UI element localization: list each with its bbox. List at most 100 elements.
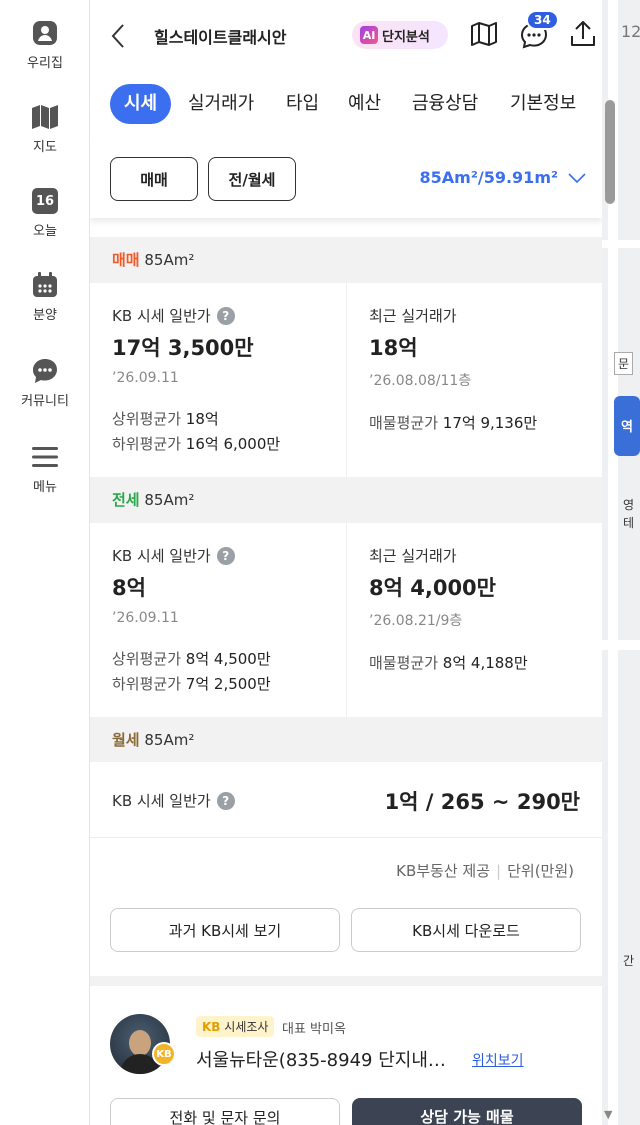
kb-price-label: KB 시세 일반가 ? (112, 790, 235, 811)
recent-date: ’26.08.08/11층 (369, 373, 472, 389)
recent-date: ’26.08.21/9층 (369, 613, 463, 629)
chevron-left-icon (111, 24, 124, 48)
nav-label: 지도 (33, 140, 57, 155)
kb-price-value: 8억 (112, 576, 146, 600)
avatar-face (129, 1030, 151, 1056)
hamburger-icon (30, 442, 60, 472)
listing-label: 매물평균가 (369, 414, 439, 432)
kb-price-value: 17억 3,500만 (112, 336, 254, 360)
listing-label: 매물평균가 (369, 654, 439, 672)
map-label: 간 (623, 954, 635, 968)
lower-average: 하위평균가 7억 2,500만 (112, 673, 346, 694)
nav-item-today[interactable]: 16 오늘 (0, 186, 90, 239)
map-icon (30, 102, 60, 132)
kb-price-label: KB 시세 일반가 ? (112, 305, 346, 326)
agent-representative: 대표 박미옥 (282, 1022, 346, 1037)
upper-average: 상위평균가 8억 4,500만 (112, 648, 346, 669)
calendar-day-icon: 16 (30, 186, 60, 216)
past-kb-price-button[interactable]: 과거 KB시세 보기 (110, 908, 340, 952)
tab-bar: 시세 실거래가 타입 예산 금융상담 기본정보 (90, 78, 602, 130)
nav-item-presale[interactable]: 분양 (0, 270, 90, 323)
ai-analysis-button[interactable]: AI 단지분석 (352, 21, 448, 49)
map-label: 문 (614, 352, 634, 375)
tab-price[interactable]: 시세 (110, 84, 172, 124)
section-area: 85Am² (144, 731, 195, 749)
share-button[interactable] (570, 20, 600, 50)
chat-count-badge: 34 (526, 10, 559, 30)
left-nav: 우리집 지도 16 오늘 분양 커뮤니티 메뉴 (0, 0, 90, 1125)
home-icon (30, 18, 60, 48)
upper-value: 8억 4,500만 (185, 650, 271, 668)
help-icon[interactable]: ? (216, 791, 235, 810)
nav-label: 우리집 (27, 56, 63, 71)
recent-label: 최근 실거래가 (369, 547, 457, 565)
nav-item-home[interactable]: 우리집 (0, 18, 90, 71)
upper-value: 18억 (185, 410, 219, 428)
jeonse-kb-price-block: KB 시세 일반가 ? 8억 ’26.09.11 상위평균가 8억 4,500만… (90, 523, 346, 694)
tab-budget[interactable]: 예산 (348, 84, 381, 124)
lower-label: 하위평균가 (112, 435, 182, 453)
map-outline-icon (471, 22, 497, 46)
data-provider-note: KB부동산 제공 | 단위(만원) (396, 860, 574, 881)
lower-value: 16억 6,000만 (185, 435, 281, 453)
location-link[interactable]: 위치보기 (472, 1050, 524, 1070)
unit-note: 단위(만원) (507, 862, 574, 880)
listing-value: 8억 4,188만 (442, 654, 528, 672)
kb-survey-badge: KB 시세조사 (196, 1016, 275, 1037)
scrollbar-thumb[interactable] (605, 100, 615, 204)
complex-detail-panel: 힐스테이트클래시안 AI 단지분석 34 시세 실거래가 타입 예산 금융상담 … (90, 0, 602, 1125)
available-listings-button[interactable]: 상담 가능 매물 (352, 1098, 582, 1125)
area-selector[interactable]: 85Am²/59.91m² (420, 168, 586, 187)
rent-filter-button[interactable]: 전/월세 (208, 157, 296, 201)
map-label: 126 (621, 22, 640, 41)
panel-header: 힐스테이트클래시안 AI 단지분석 34 (90, 0, 602, 68)
nav-label: 오늘 (33, 224, 57, 239)
badge-kb: KB (202, 1020, 221, 1034)
filter-bar: 매매 전/월세 85Am²/59.91m² (90, 140, 602, 218)
ai-analysis-label: 단지분석 (382, 29, 430, 45)
map-road (600, 640, 640, 650)
today-date: 16 (32, 188, 58, 214)
share-icon (571, 21, 595, 46)
nav-item-map[interactable]: 지도 (0, 102, 90, 155)
section-area: 85Am² (144, 491, 195, 509)
nav-label: 커뮤니티 (21, 394, 69, 409)
kb-price-date: ’26.09.11 (112, 610, 179, 626)
kb-price-download-button[interactable]: KB시세 다운로드 (351, 908, 581, 952)
sale-recent-block: 최근 실거래가 18억 ’26.08.08/11층 매물평균가 17억 9,13… (346, 283, 602, 477)
kb-medal-icon: KB (152, 1042, 176, 1066)
jeonse-section-header: 전세 85Am² (90, 477, 602, 523)
lower-average: 하위평균가 16억 6,000만 (112, 433, 346, 454)
listing-value: 17억 9,136만 (442, 414, 538, 432)
wolse-price-value: 1억 / 265 ~ 290만 (384, 790, 580, 814)
contact-button[interactable]: 전화 및 문자 문의 (110, 1098, 340, 1125)
tab-types[interactable]: 타입 (286, 84, 319, 124)
page-title: 힐스테이트클래시안 (154, 28, 287, 47)
section-area: 85Am² (144, 251, 195, 269)
scroll-down-icon[interactable]: ▼ (604, 1108, 612, 1121)
upper-average: 상위평균가 18억 (112, 408, 346, 429)
back-button[interactable] (108, 22, 132, 50)
tab-transactions[interactable]: 실거래가 (188, 84, 254, 124)
recent-price-value: 8억 4,000만 (369, 576, 496, 600)
map-view-button[interactable] (470, 20, 500, 50)
tab-basic-info[interactable]: 기본정보 (510, 84, 576, 124)
provider-source: KB부동산 제공 (396, 862, 491, 880)
divider: | (496, 862, 502, 880)
badge-text: 시세조사 (224, 1020, 269, 1034)
listing-average: 매물평균가 17억 9,136만 (369, 412, 602, 433)
area-value: 85Am²/59.91m² (419, 168, 558, 187)
map-station-pin[interactable]: 역 (614, 396, 640, 456)
jeonse-price-grid: KB 시세 일반가 ? 8억 ’26.09.11 상위평균가 8억 4,500만… (90, 523, 602, 717)
help-icon[interactable]: ? (216, 546, 235, 565)
tab-finance[interactable]: 금융상담 (412, 84, 478, 124)
agent-office-name: 서울뉴타운(835-8949 단지내… (196, 1050, 446, 1071)
sale-filter-button[interactable]: 매매 (110, 157, 198, 201)
nav-item-community[interactable]: 커뮤니티 (0, 356, 90, 409)
jeonse-recent-block: 최근 실거래가 8억 4,000만 ’26.08.21/9층 매물평균가 8억 … (346, 523, 602, 717)
kb-price-label: KB 시세 일반가 ? (112, 545, 346, 566)
nav-label: 메뉴 (33, 480, 57, 495)
help-icon[interactable]: ? (216, 306, 235, 325)
nav-item-menu[interactable]: 메뉴 (0, 442, 90, 495)
lower-value: 7억 2,500만 (185, 675, 271, 693)
